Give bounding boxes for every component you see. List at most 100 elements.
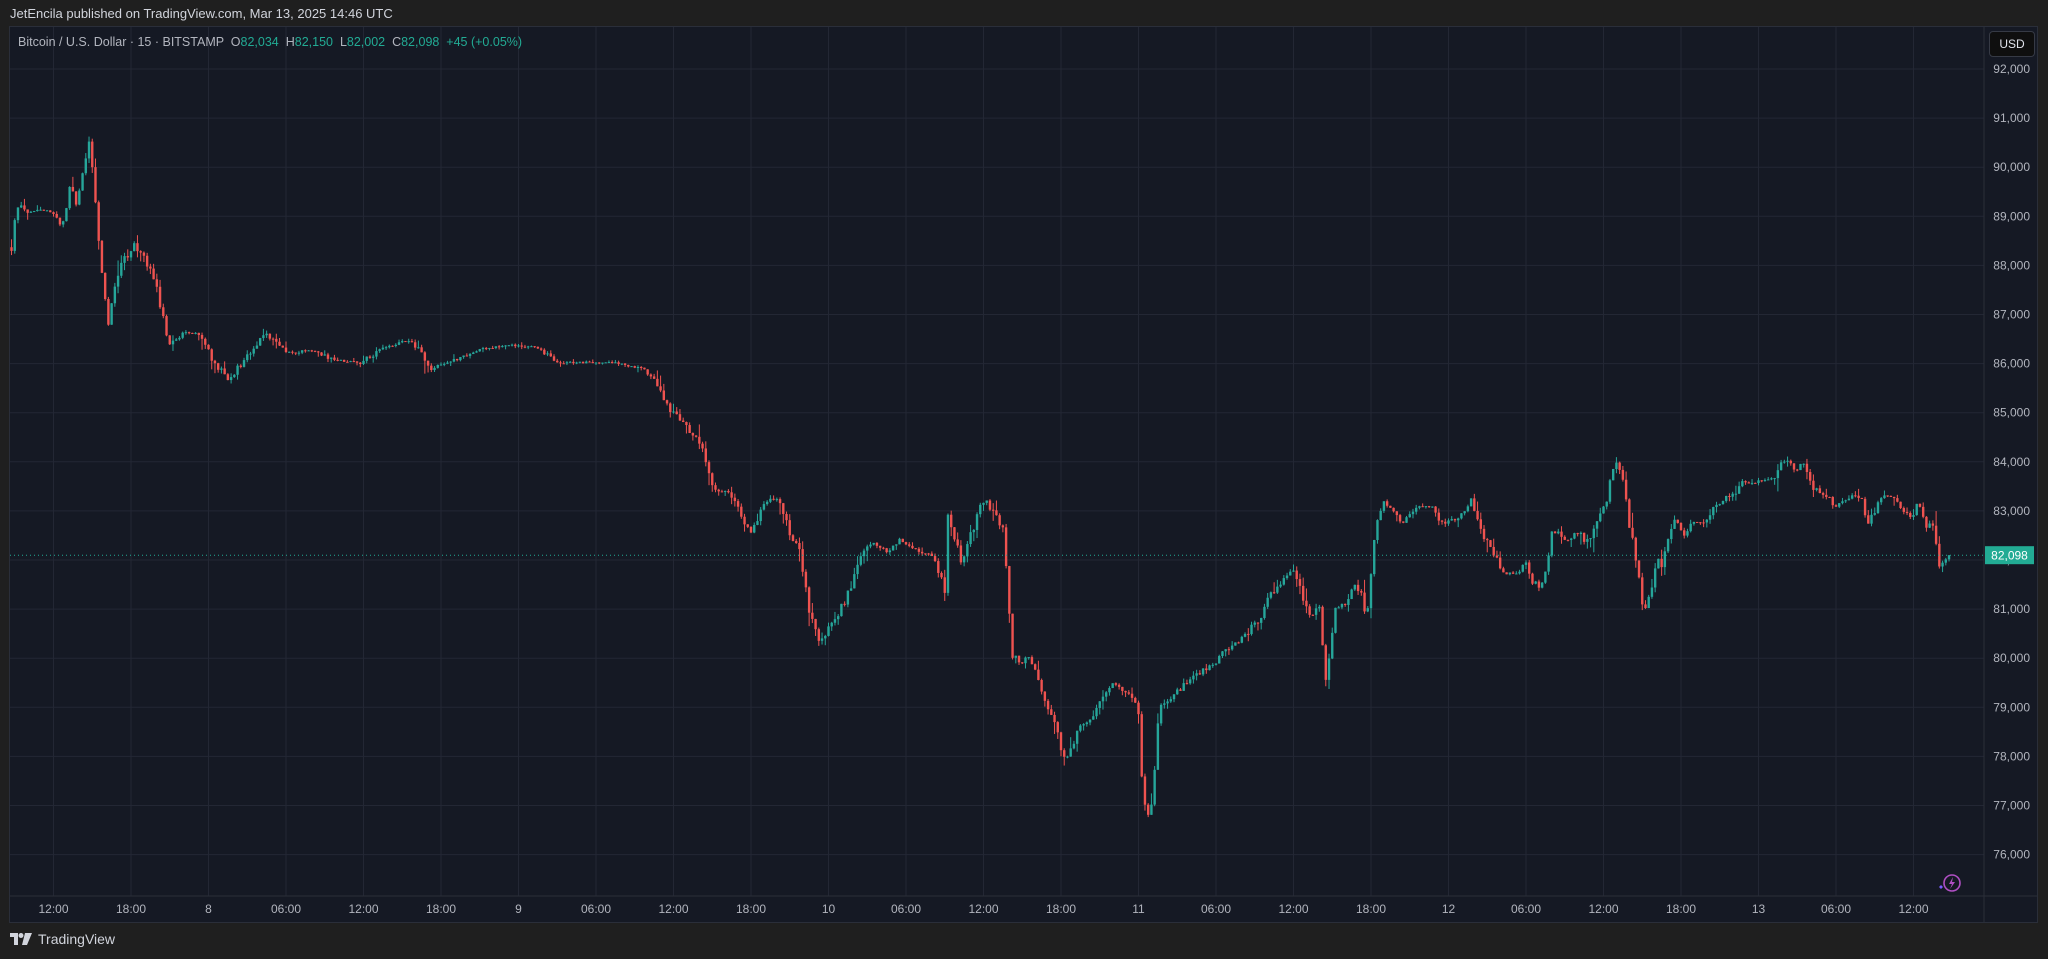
candle-down [1272, 592, 1276, 594]
candle-up [1944, 559, 1947, 563]
candle-down [1134, 697, 1137, 703]
candle-down [610, 362, 614, 364]
tradingview-footer[interactable]: TradingView [10, 931, 115, 947]
time-tick-label: 06:00 [891, 902, 921, 916]
candle-up [1838, 503, 1841, 507]
candlestick-chart[interactable]: 76,000 77,000 78,000 79,000 80,000 81,000 82,0… [0, 0, 2048, 959]
candle-down [165, 316, 168, 336]
candle-down [1792, 463, 1796, 470]
candle-down [572, 361, 575, 364]
candle-down [691, 433, 695, 436]
candle-up [220, 368, 223, 370]
open-label: O [230, 35, 241, 49]
candle-down [1402, 521, 1405, 523]
candle-up [1737, 486, 1741, 494]
candle-up [171, 340, 175, 345]
candle-down [920, 551, 924, 554]
candle-down [901, 538, 904, 543]
candle-down [562, 363, 565, 365]
candle-down [1628, 499, 1631, 528]
price-tick-label: 78,000 [1993, 749, 2030, 763]
candle-up [1663, 551, 1667, 568]
candle-down [1143, 776, 1147, 805]
candle-up [1334, 607, 1337, 633]
candle-down [1560, 531, 1563, 537]
candle-down [681, 420, 685, 423]
candle-down [933, 556, 937, 562]
candle-down [623, 363, 627, 365]
candle-down [1857, 495, 1860, 498]
candle-down [1185, 683, 1189, 685]
candle-down [1473, 498, 1476, 511]
candle-up [407, 341, 410, 343]
candle-down [346, 361, 349, 363]
candle-up [1095, 707, 1098, 717]
candle-down [659, 386, 662, 391]
candle-down [187, 332, 191, 334]
candle-up [1405, 517, 1408, 523]
candle-up [820, 638, 824, 641]
candle-up [1876, 502, 1880, 514]
candle-up [824, 635, 827, 639]
candle-up [862, 550, 866, 557]
candle-up [1382, 501, 1386, 511]
candle-up [446, 362, 449, 364]
candle-up [1586, 539, 1589, 542]
candle-up [1266, 597, 1269, 607]
candle-down [1356, 584, 1360, 592]
candle-up [765, 501, 769, 505]
low-value: 82,002 [346, 35, 386, 49]
candle-down [1796, 469, 1799, 471]
candle-down [740, 506, 743, 517]
candle-down [1660, 558, 1663, 568]
candle-up [1466, 506, 1470, 512]
candle-down [694, 435, 698, 437]
candle-down [149, 266, 152, 269]
time-tick-label: 12:00 [38, 902, 68, 916]
candle-down [807, 587, 811, 613]
candle-down [1421, 506, 1424, 508]
candle-up [265, 333, 268, 336]
candle-down [1295, 570, 1298, 580]
candle-down [94, 167, 97, 203]
candle-up [1169, 699, 1172, 702]
candle-down [701, 443, 704, 449]
candle-down [520, 345, 523, 347]
candle-up [449, 361, 452, 363]
candle-up [504, 345, 507, 347]
candle-up [381, 347, 385, 350]
candle-down [191, 332, 194, 334]
time-tick-label: 18:00 [426, 902, 456, 916]
candle-up [258, 338, 262, 346]
candle-up [979, 504, 982, 515]
candle-up [1686, 531, 1689, 536]
candle-up [32, 211, 36, 213]
candle-up [1230, 645, 1234, 650]
candle-down [100, 240, 104, 273]
candle-up [1279, 584, 1282, 587]
candle-down [1121, 686, 1124, 691]
candle-down [145, 255, 149, 267]
candle-up [262, 335, 265, 339]
candle-up [1544, 571, 1547, 583]
candle-up [129, 251, 133, 258]
lightning-icon[interactable] [1937, 872, 1963, 896]
candle-up [1770, 478, 1773, 480]
candle-up [578, 361, 582, 363]
candle-up [1111, 683, 1114, 689]
symbol-title[interactable]: Bitcoin / U.S. Dollar · 15 · BITSTAMP [18, 35, 224, 49]
candle-down [1479, 519, 1482, 529]
candle-down [1854, 495, 1857, 497]
candle-up [1082, 724, 1085, 726]
candle-up [1783, 461, 1786, 463]
candle-down [336, 359, 339, 361]
currency-button[interactable]: USD [1989, 31, 2035, 57]
candle-down [1004, 527, 1008, 567]
candle-down [1641, 577, 1644, 605]
candle-up [1243, 633, 1247, 637]
candle-down [1050, 709, 1053, 715]
time-tick-label: 12:00 [658, 902, 688, 916]
candle-up [1337, 607, 1340, 609]
candle-down [785, 513, 788, 521]
candle-down [727, 490, 730, 493]
